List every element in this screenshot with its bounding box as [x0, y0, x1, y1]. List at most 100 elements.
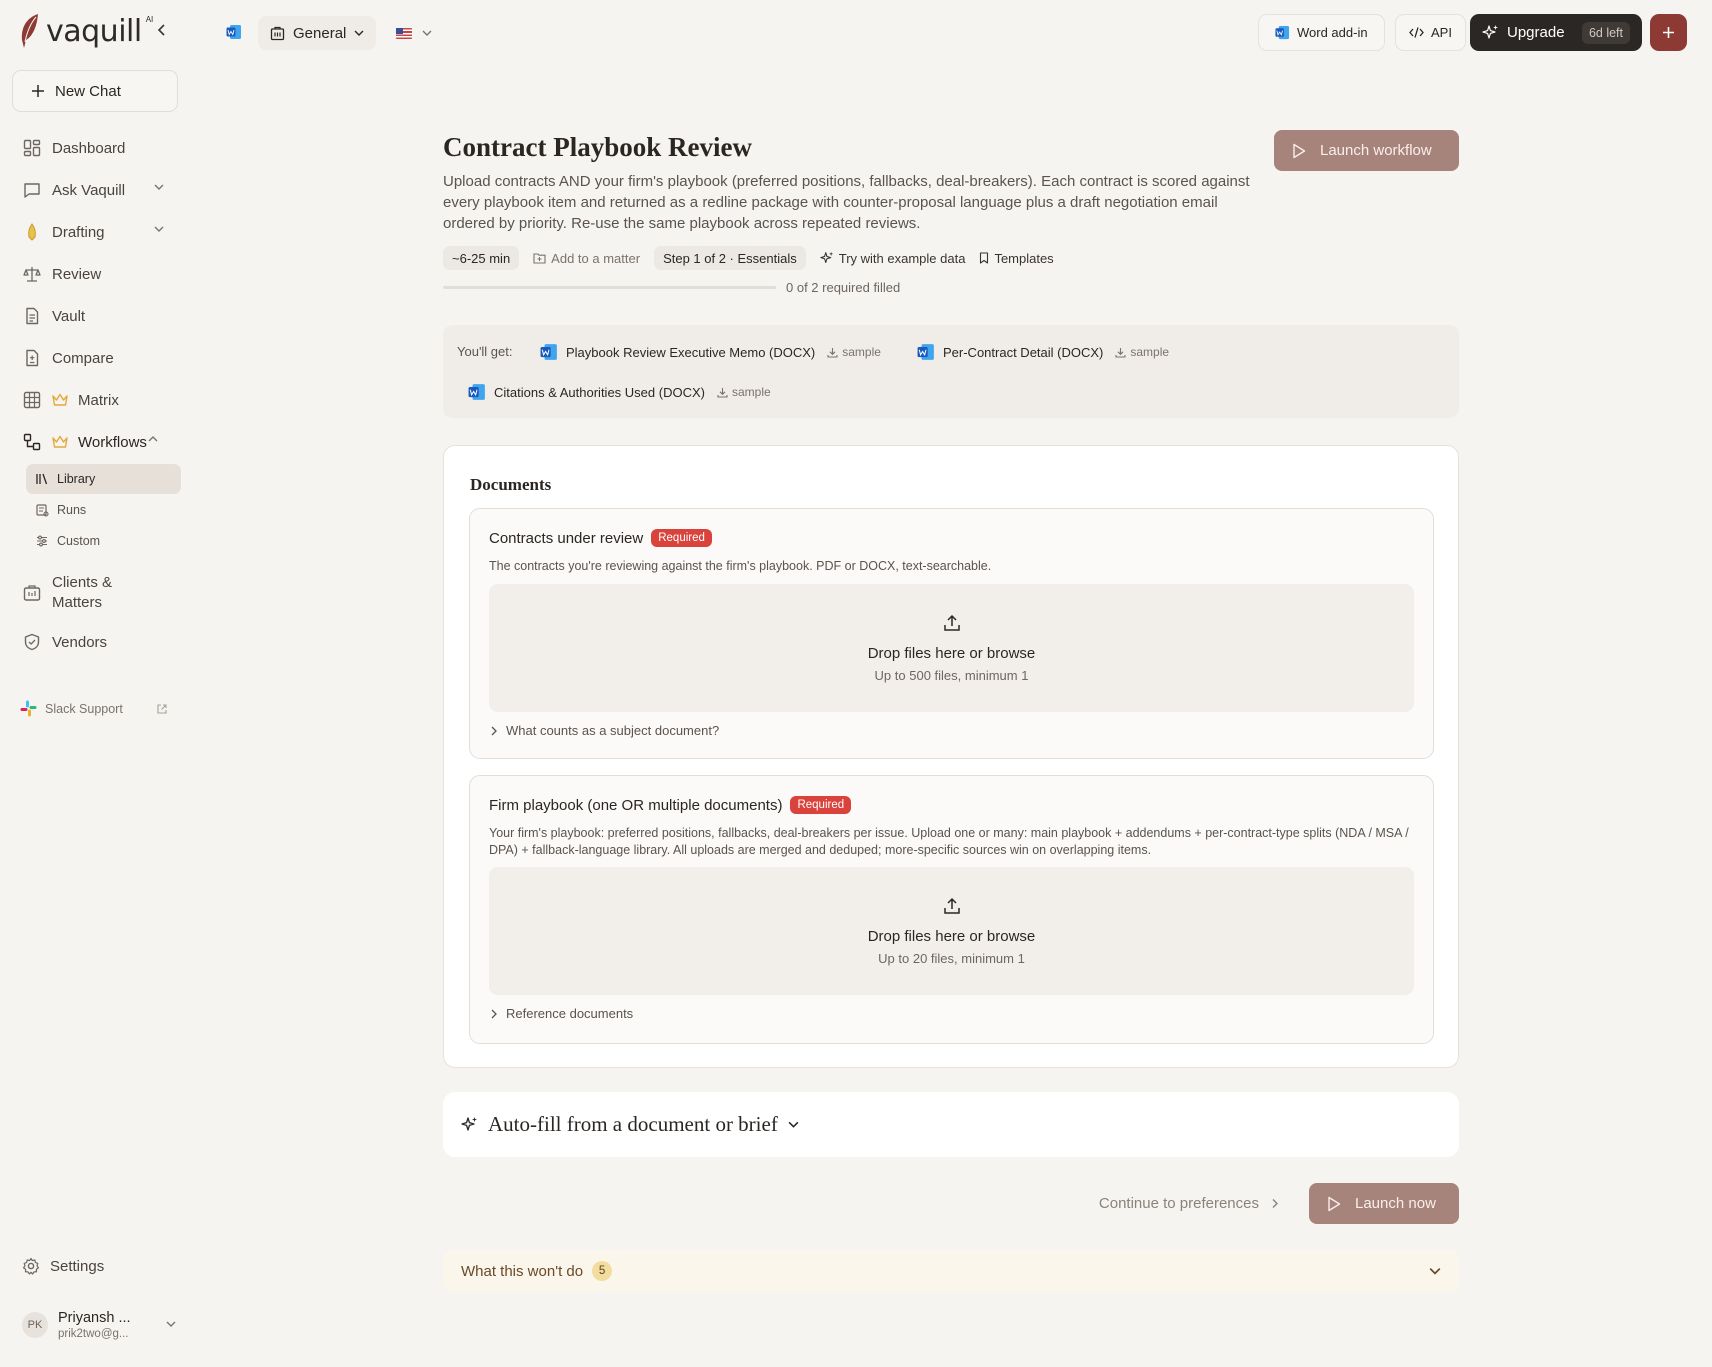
dropzone-limit: Up to 20 files, minimum 1: [878, 951, 1025, 966]
progress-text: 0 of 2 required filled: [786, 280, 901, 295]
download-sample-button[interactable]: sample: [1115, 345, 1169, 359]
required-progress: 0 of 2 required filled: [443, 280, 900, 295]
autofill-toggle[interactable]: Auto-fill from a document or brief: [443, 1092, 1459, 1157]
sidebar-item-clients-matters[interactable]: Clients & Matters: [12, 570, 180, 616]
launch-workflow-button[interactable]: Launch workflow: [1274, 130, 1459, 171]
add-to-matter-button[interactable]: Add to a matter: [533, 251, 640, 266]
brand-name: vaquill: [46, 13, 142, 49]
subject-document-help-toggle[interactable]: What counts as a subject document?: [490, 723, 719, 738]
api-label: API: [1431, 25, 1452, 40]
upload-block-description: Your firm's playbook: preferred position…: [489, 826, 1409, 857]
sidebar-item-matrix[interactable]: Matrix: [12, 382, 180, 418]
deliverable-item: Playbook Review Executive Memo (DOCX) sa…: [540, 339, 881, 365]
deliverable-item: Citations & Authorities Used (DOCX) samp…: [468, 379, 771, 405]
limitations-toggle[interactable]: What this won't do 5: [443, 1250, 1459, 1292]
reference-documents-toggle[interactable]: Reference documents: [490, 1006, 633, 1021]
user-menu[interactable]: PK Priyansh ... prik2two@g...: [22, 1305, 176, 1345]
chat-icon: [22, 180, 42, 200]
sidebar-item-compare[interactable]: Compare: [12, 340, 180, 376]
workspace-name: General: [293, 24, 347, 42]
us-flag-icon: [396, 27, 412, 39]
grid-icon: [22, 390, 42, 410]
user-name: Priyansh ...: [58, 1309, 131, 1326]
gear-icon: [22, 1257, 40, 1275]
sidebar-item-label: Compare: [52, 349, 114, 367]
documents-title: Documents: [470, 475, 552, 494]
playbook-dropzone[interactable]: Drop files here or browse Up to 20 files…: [489, 867, 1414, 995]
sparkle-icon: [820, 251, 833, 264]
add-button[interactable]: [1650, 14, 1687, 51]
upload-icon: [943, 897, 960, 914]
plus-icon: [1663, 27, 1674, 38]
trial-days-badge: 6d left: [1581, 21, 1630, 44]
sidebar-item-workflows[interactable]: Workflows: [12, 424, 180, 460]
continue-to-preferences-button[interactable]: Continue to preferences: [1099, 1183, 1279, 1224]
deliverable-name: Citations & Authorities Used (DOCX): [494, 384, 705, 400]
sidebar-item-vault[interactable]: Vault: [12, 298, 180, 334]
sample-label: sample: [842, 345, 881, 359]
deliverable-name: Per-Contract Detail (DOCX): [943, 344, 1104, 360]
sidebar-item-label: Ask Vaquill: [52, 181, 126, 199]
limitations-title: What this won't do: [461, 1262, 584, 1280]
sidebar-item-drafting[interactable]: Drafting: [12, 214, 180, 250]
collapse-sidebar-button[interactable]: [150, 18, 174, 42]
download-sample-button[interactable]: sample: [717, 385, 771, 399]
user-email: prik2two@g...: [58, 1327, 129, 1340]
templates-button[interactable]: Templates: [979, 251, 1054, 266]
launch-now-button[interactable]: Launch now: [1309, 1183, 1459, 1224]
sidebar-item-vendors[interactable]: Vendors: [12, 624, 180, 660]
add-to-matter-label: Add to a matter: [551, 250, 641, 266]
quill-logo-icon: [21, 14, 38, 48]
external-link-icon: [156, 703, 168, 715]
sidebar-item-review[interactable]: Review: [12, 256, 180, 292]
sidebar-subitem-runs[interactable]: Runs: [26, 495, 181, 525]
sample-label: sample: [1130, 345, 1170, 359]
slack-support-label: Slack Support: [45, 701, 123, 716]
try-example-data-button[interactable]: Try with example data: [820, 251, 965, 266]
upload-block-title: Contracts under review: [489, 529, 644, 547]
new-chat-button[interactable]: New Chat: [12, 70, 178, 112]
chevron-left-icon: [157, 24, 165, 36]
runs-icon: [35, 503, 49, 517]
sidebar-subitem-custom[interactable]: Custom: [26, 526, 181, 556]
required-badge: Required: [651, 529, 712, 547]
download-sample-button[interactable]: sample: [827, 345, 881, 359]
upgrade-button[interactable]: Upgrade 6d left: [1470, 14, 1642, 51]
word-icon: [1275, 25, 1290, 40]
upload-icon: [943, 614, 960, 631]
sidebar-item-label: Vendors: [52, 633, 108, 651]
pen-nib-icon: [22, 222, 42, 242]
chevron-down-icon: [1429, 1268, 1441, 1275]
word-addin-label: Word add-in: [1297, 25, 1368, 40]
api-button[interactable]: API: [1395, 14, 1466, 51]
sidebar-item-label: Review: [52, 265, 102, 283]
sidebar-item-ask-vaquill[interactable]: Ask Vaquill: [12, 172, 180, 208]
sidebar-item-dashboard[interactable]: Dashboard: [12, 130, 180, 166]
dropzone-title: Drop files here or browse: [867, 928, 1036, 945]
chevron-right-icon: [491, 1009, 497, 1018]
workspace-select[interactable]: General: [258, 16, 377, 50]
briefcase-icon: [22, 583, 42, 603]
help-toggle-label: What counts as a subject document?: [506, 723, 720, 738]
contracts-dropzone[interactable]: Drop files here or browse Up to 500 file…: [489, 584, 1414, 712]
deliverable-name: Playbook Review Executive Memo (DOCX): [566, 344, 816, 360]
word-addin-button[interactable]: Word add-in: [1258, 14, 1385, 51]
code-icon: [1409, 26, 1424, 39]
region-select[interactable]: [396, 20, 432, 46]
deliverables-panel: You'll get: Playbook Review Executive Me…: [443, 325, 1459, 418]
contracts-upload-block: Contracts under review Required The cont…: [469, 508, 1434, 759]
deliverable-item: Per-Contract Detail (DOCX) sample: [917, 339, 1169, 365]
dropzone-title: Drop files here or browse: [867, 645, 1036, 662]
play-icon: [1328, 1196, 1341, 1211]
settings-label: Settings: [50, 1257, 105, 1275]
settings-button[interactable]: Settings: [22, 1257, 104, 1275]
sidebar-subitem-label: Runs: [57, 503, 87, 517]
word-icon[interactable]: [226, 24, 242, 40]
workflow-icon: [22, 432, 42, 452]
sidebar-subitem-library[interactable]: Library: [26, 464, 181, 494]
slack-support-link[interactable]: Slack Support: [20, 700, 170, 717]
brand-logo[interactable]: vaquill AI: [18, 10, 153, 52]
download-icon: [717, 387, 728, 398]
help-toggle-label: Reference documents: [506, 1006, 634, 1021]
chevron-up-icon: [148, 436, 158, 442]
